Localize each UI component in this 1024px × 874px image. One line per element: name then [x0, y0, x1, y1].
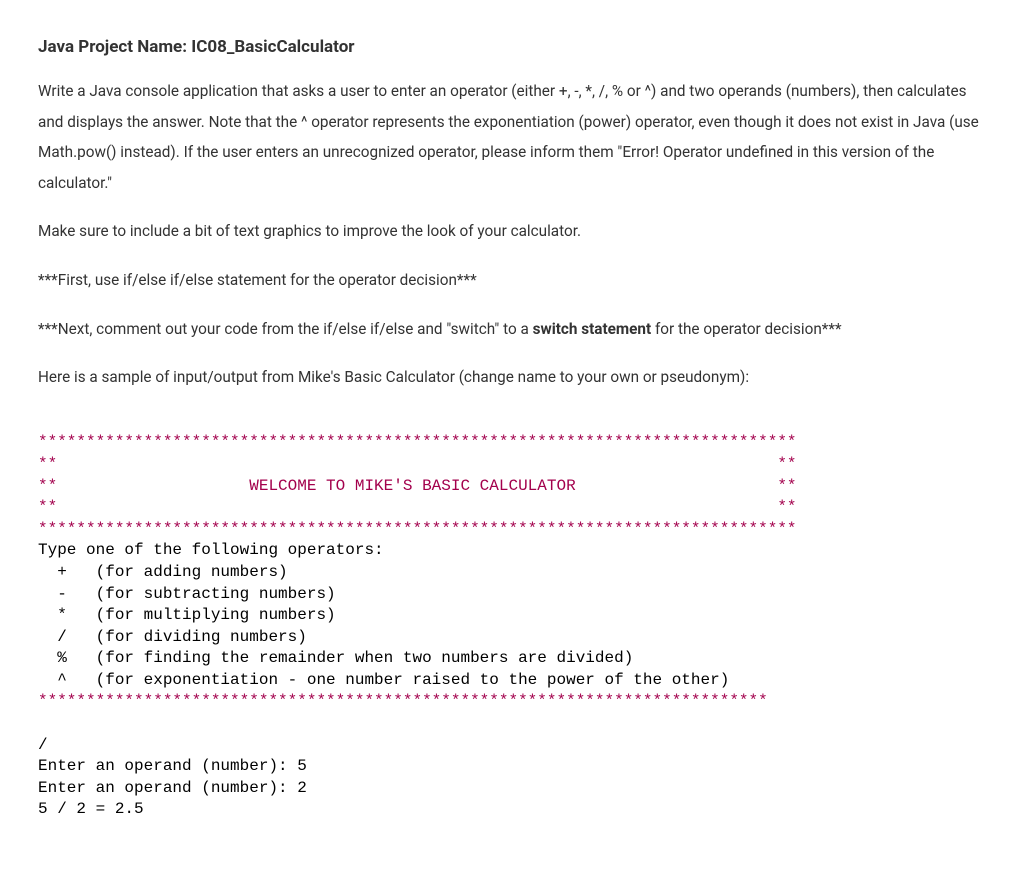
result-line: 5 / 2 = 2.5 [38, 800, 144, 818]
paragraph-5: Here is a sample of input/output from Mi… [38, 362, 986, 393]
paragraph-2: Make sure to include a bit of text graph… [38, 216, 986, 247]
paragraph-3: ***First, use if/else if/else statement … [38, 265, 986, 296]
banner-top: ****************************************… [38, 433, 797, 451]
input-b: 2 [297, 779, 307, 797]
op-add: + (for adding numbers) [38, 563, 288, 581]
op-sub: - (for subtracting numbers) [38, 585, 336, 603]
banner-row-1: ** ** [38, 455, 797, 473]
paragraph-1: Write a Java console application that as… [38, 76, 986, 198]
user-input-operator: / [38, 736, 48, 754]
paragraph-4: ***Next, comment out your code from the … [38, 314, 986, 345]
op-div: / (for dividing numbers) [38, 628, 307, 646]
para4-post: for the operator decision*** [651, 320, 841, 338]
title-prefix: Java Project Name: [38, 37, 191, 57]
op-mul: * (for multiplying numbers) [38, 606, 336, 624]
banner-row-3: ** ** [38, 498, 797, 516]
prompt-operators: Type one of the following operators: [38, 541, 384, 559]
prompt-a-text: Enter an operand (number): [38, 757, 297, 775]
prompt-operand-b: Enter an operand (number): 2 [38, 779, 307, 797]
prompt-operand-a: Enter an operand (number): 5 [38, 757, 307, 775]
banner-row-2: ** WELCOME TO MIKE'S BASIC CALCULATOR ** [38, 477, 797, 495]
para4-bold: switch statement [533, 320, 652, 338]
banner-mid: ****************************************… [38, 692, 768, 710]
input-a: 5 [297, 757, 307, 775]
project-title: Java Project Name: IC08_BasicCalculator [38, 30, 986, 64]
para4-pre: ***Next, comment out your code from the … [38, 320, 533, 338]
prompt-b-text: Enter an operand (number): [38, 779, 297, 797]
title-name: IC08_BasicCalculator [191, 37, 354, 57]
op-mod: % (for finding the remainder when two nu… [38, 649, 633, 667]
banner-bottom: ****************************************… [38, 520, 797, 538]
op-pow: ^ (for exponentiation - one number raise… [38, 671, 729, 689]
console-output: ****************************************… [38, 411, 986, 821]
